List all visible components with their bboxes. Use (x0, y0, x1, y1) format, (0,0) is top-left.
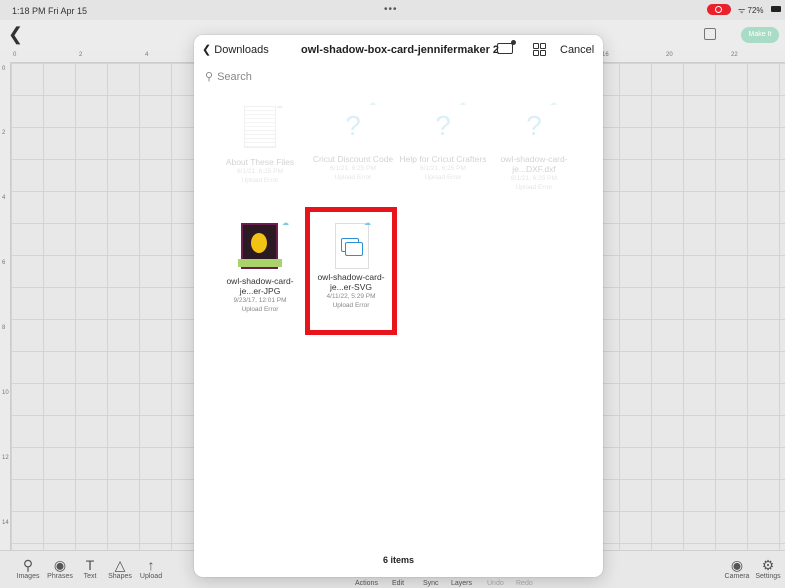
cancel-button[interactable]: Cancel (560, 44, 594, 56)
file-item-jpg[interactable]: ☁ owl-shadow-card-je...er-JPG 9/23/17, 1… (215, 220, 305, 314)
document-icon: ☁ (241, 103, 283, 152)
new-folder-icon[interactable] (497, 40, 516, 54)
item-count: 6 items (382, 555, 415, 565)
recording-indicator-icon (707, 4, 731, 15)
file-item: ? ☁ Help for Cricut Crafters 6/1/21, 6:25… (399, 100, 487, 181)
actions-button[interactable]: Actions (355, 580, 378, 587)
downloads-back-button[interactable]: ❮ Downloads (202, 43, 269, 56)
ruler-tick: 14 (2, 520, 9, 526)
multitask-dots[interactable]: ••• (384, 4, 398, 15)
status-bar: 1:18 PM Fri Apr 15 ••• ᯤ 72% (0, 0, 785, 20)
redo-button[interactable]: Redo (516, 580, 533, 587)
cloud-icon: ☁ (282, 220, 289, 227)
search-field[interactable]: ⚲ Search (205, 70, 505, 84)
ruler-tick: 8 (2, 325, 6, 331)
ruler-tick: 6 (2, 260, 6, 266)
ruler-tick: 2 (2, 130, 6, 136)
gear-icon: ⚙ (761, 557, 775, 573)
save-icon[interactable] (704, 28, 716, 40)
search-icon: ⚲ (205, 71, 214, 83)
dialog-title: owl-shadow-box-card-jennifermaker 2 (301, 44, 500, 56)
ruler-tick: 0 (13, 52, 17, 58)
sync-button[interactable]: Sync (423, 580, 439, 587)
ruler-tick: 2 (79, 52, 83, 58)
back-chevron-icon[interactable]: ❮ (8, 24, 23, 45)
image-thumbnail: ☁ (237, 220, 289, 271)
ruler-tick: 12 (2, 455, 9, 461)
unknown-file-icon: ? ☁ (526, 100, 557, 141)
unknown-file-icon: ? ☁ (435, 100, 466, 141)
cloud-icon: ☁ (369, 100, 376, 107)
ruler-tick: 20 (666, 52, 673, 58)
unknown-file-icon: ? ☁ (345, 100, 376, 141)
cloud-icon: ☁ (459, 100, 466, 107)
ruler-tick: 16 (602, 52, 609, 58)
file-item: ? ☁ owl-shadow-card-je...DXF.dxf 6/1/21, … (500, 100, 568, 191)
ruler-tick: 0 (2, 66, 6, 72)
grid-view-icon[interactable] (533, 43, 546, 56)
upload-icon: ↑ (147, 557, 155, 573)
ruler-tick: 10 (2, 390, 9, 396)
ruler-tick: 4 (145, 52, 149, 58)
make-it-button[interactable]: Make It (741, 27, 779, 43)
file-item: ☁ About These Files 6/1/21, 6:25 PM Uplo… (225, 103, 295, 184)
battery-icon (771, 6, 781, 12)
layers-button[interactable]: Layers (451, 580, 472, 587)
undo-button[interactable]: Undo (487, 580, 504, 587)
cloud-icon: ☁ (550, 100, 557, 107)
ruler-tick: 22 (731, 52, 738, 58)
battery-percent: ᯤ 72% (738, 6, 764, 15)
ruler-left: 0 2 4 6 8 10 12 14 (0, 62, 11, 550)
status-time: 1:18 PM Fri Apr 15 (12, 6, 88, 16)
highlight-box (305, 207, 397, 335)
file-item: ? ☁ Cricut Discount Code 6/1/21, 6:25 PM … (312, 100, 394, 181)
file-picker-dialog: ❮ Downloads owl-shadow-box-card-jennifer… (194, 35, 603, 577)
settings-tool[interactable]: ⚙ Settings (748, 557, 785, 580)
edit-button[interactable]: Edit (392, 580, 404, 587)
ruler-tick: 4 (2, 195, 6, 201)
upload-tool[interactable]: ↑ Upload (131, 557, 171, 580)
cloud-icon: ☁ (276, 103, 283, 110)
